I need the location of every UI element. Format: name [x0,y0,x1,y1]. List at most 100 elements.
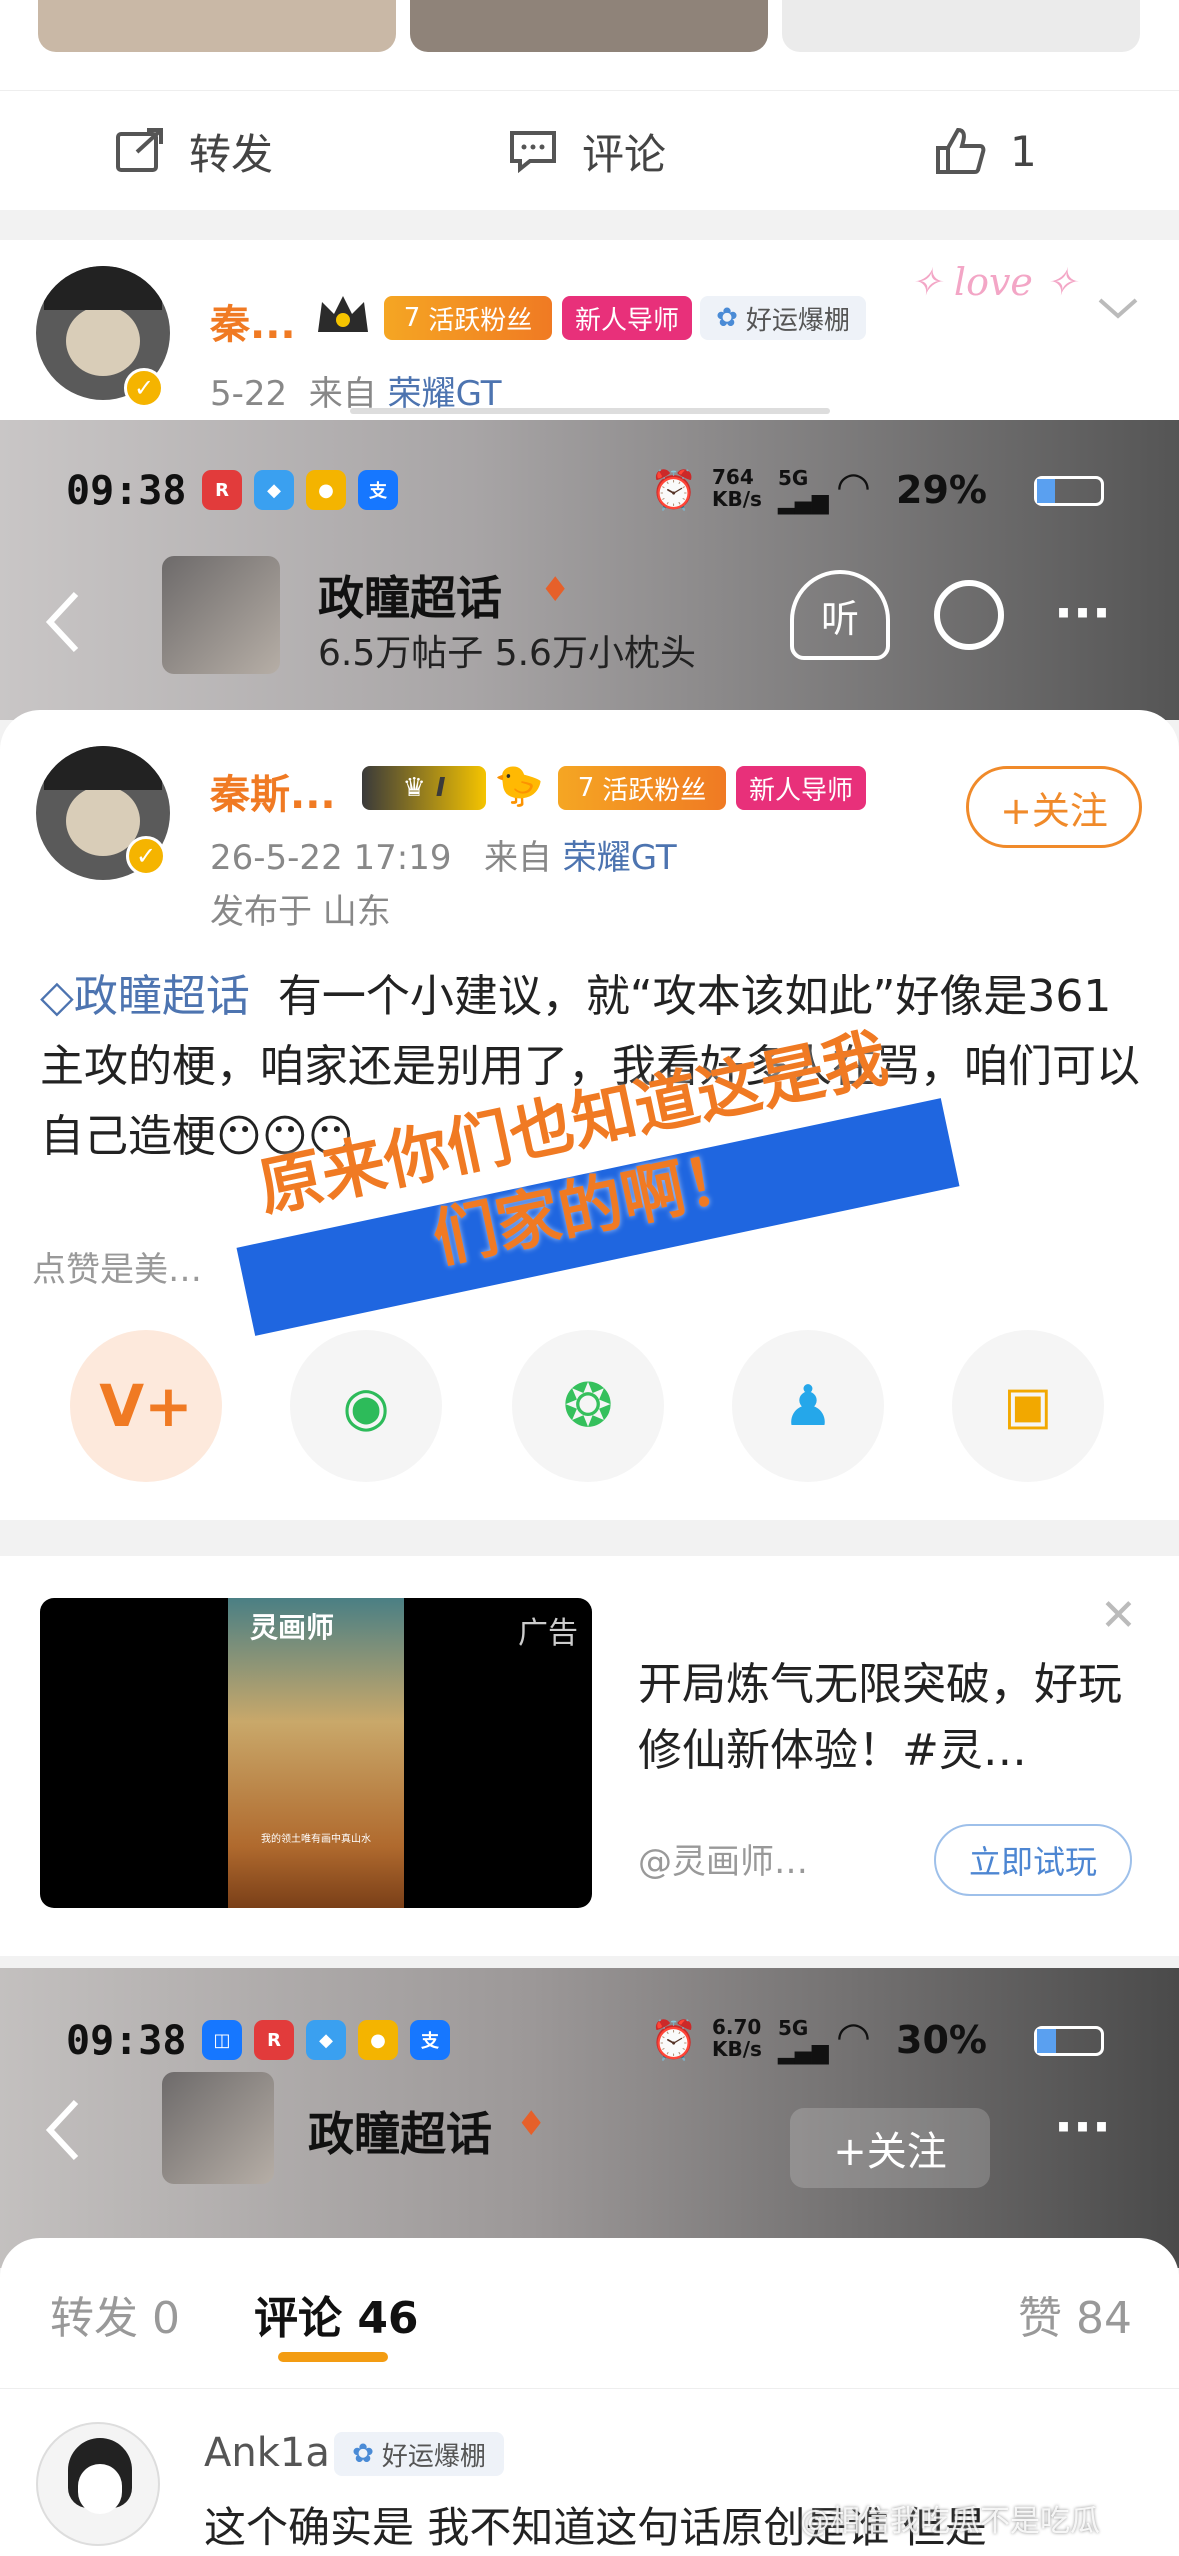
crown-icon [314,290,372,340]
battery-icon [1034,2026,1104,2056]
ad-video[interactable]: 灵画师 我的领土唯有画中真山水 广告 [40,1598,592,1908]
ad-card[interactable]: 灵画师 我的领土唯有画中真山水 广告 ✕ 开局炼气无限突破，好玩修仙新体验！#灵… [0,1556,1179,1956]
signal-bars-icon: ▂▄▆ [778,2040,829,2065]
thumbs-up-icon [936,127,986,174]
comment-label: 评论 [582,129,667,179]
ad-tag: 广告 [518,1616,578,1651]
repost-label: 转发 [189,129,274,179]
avatar[interactable] [36,2422,160,2546]
comment-button[interactable]: 评论 [508,123,666,179]
alarm-icon: ⏰ [650,2018,698,2062]
username[interactable]: 秦... [210,292,296,350]
more-icon[interactable]: ··· [1054,584,1111,642]
signal-bars-icon: ▂▄▆ [778,490,829,515]
image-thumbnail[interactable] [782,0,1140,52]
divider [0,2388,1179,2389]
weibo-vplus-share[interactable]: V+ [70,1330,222,1482]
app-icon-feather: ◆ [306,2020,346,2060]
close-icon[interactable]: ✕ [1100,1590,1137,1641]
username[interactable]: 秦斯... [210,762,336,820]
status-bar: 09:38 R ◆ ● 支 ⏰ 764 KB/s 5G ▂▄▆ ◠ 29% [0,440,1179,550]
tab-likes[interactable]: 赞 84 [1018,2282,1132,2346]
chevron-down-icon[interactable] [1096,294,1140,328]
battery-icon [1034,476,1104,506]
wechat-share[interactable]: ◉ [290,1330,442,1482]
search-icon[interactable] [934,580,1004,650]
bird-icon: 🐤 [494,763,544,809]
app-icon-weibo: ● [358,2020,398,2060]
app-icon-alipay: 支 [358,470,398,510]
image-thumbnail[interactable] [38,0,396,52]
device-link[interactable]: 荣耀GT [563,838,677,878]
more-icon[interactable]: ··· [1054,2098,1111,2156]
post-header-card: ✓ 秦... 7 活跃粉丝 新人导师 ✿ 好运爆棚 ✧ love ✧ 5-22 来自… [0,240,1179,420]
topic-link[interactable]: ◇政瞳超话 [40,971,250,1022]
status-time: 09:38 [66,468,187,514]
mentor-badge: 新人导师 [736,766,866,810]
back-icon[interactable] [42,590,82,658]
supertopic-avatar[interactable] [162,2072,274,2184]
embedded-screenshot-2: 09:38 ◫ R ◆ ● 支 ⏰ 6.70 KB/s 5G ▂▄▆ ◠ 30% … [0,1968,1179,2556]
share-icon [116,128,163,172]
tab-indicator [278,2352,388,2362]
signal-5g: 5G [778,466,809,490]
level-badge: 7 活跃粉丝 [558,766,726,810]
comment-icon [510,131,556,173]
ad-cta-button[interactable]: 立即试玩 [934,1824,1132,1896]
back-icon[interactable] [42,2098,82,2166]
tab-repost[interactable]: 转发 0 [50,2282,180,2346]
supertopic-avatar[interactable] [162,556,280,674]
image-thumbnail[interactable] [410,0,768,52]
tab-comment[interactable]: 评论 46 [254,2282,419,2346]
level-badge: 7 活跃粉丝 [384,296,552,340]
app-icon-bird: ◫ [202,2020,242,2060]
like-count: 1 [1010,126,1037,176]
verified-icon: ✓ [126,836,166,876]
clover-icon: ✿ [352,2439,374,2469]
supertopic-stats: 6.5万帖子 5.6万小枕头 [318,633,696,674]
app-icon-bird: ◆ [254,470,294,510]
follow-button[interactable]: +关注 [790,2108,990,2188]
app-icon-weibo: ● [306,470,346,510]
signal-5g: 5G [778,2016,809,2040]
alarm-icon: ⏰ [650,468,698,512]
scroll-indicator [350,408,830,414]
net-speed: 6.70 KB/s [712,2015,762,2061]
status-bar: 09:38 ◫ R ◆ ● 支 ⏰ 6.70 KB/s 5G ▂▄▆ ◠ 30% [0,1968,1179,2078]
ad-video-frame: 灵画师 我的领土唯有画中真山水 [228,1598,404,1908]
save-image-share[interactable]: ▣ [952,1330,1104,1482]
app-icon-alipay: 支 [410,2020,450,2060]
like-button[interactable]: 1 [934,123,1037,179]
mentor-badge: 新人导师 [562,296,692,340]
qq-share[interactable]: ♟ [732,1330,884,1482]
comment-username[interactable]: Ank1a [204,2430,330,2476]
gem-icon: ♦ [516,2104,547,2144]
verified-icon: ✓ [124,368,164,408]
status-time: 09:38 [66,2018,187,2064]
battery-percent: 29% [896,468,987,512]
gem-icon: ♦ [540,570,571,610]
post-meta: 26-5-22 17:19 来自 荣耀GT [210,838,677,878]
ad-video-caption: 我的领土唯有画中真山水 [261,1834,371,1845]
app-icon-redbook: R [202,470,242,510]
follow-button[interactable]: +关注 [966,766,1142,848]
clover-icon: ✿ [716,303,738,333]
battery-percent: 30% [896,2018,987,2062]
ad-game-title: 灵画师 [250,1611,335,1644]
crown-icon: ♛ [402,773,426,803]
embedded-screenshot-1: 09:38 R ◆ ● 支 ⏰ 764 KB/s 5G ▂▄▆ ◠ 29% 政瞳超… [0,420,1179,1520]
wifi-icon: ◠ [836,2014,871,2060]
net-speed: 764 KB/s [712,465,762,511]
decoration-love: ✧ love ✧ [910,260,1077,304]
supertopic-title: 政瞳超话 [318,571,502,625]
wifi-icon: ◠ [836,464,871,510]
watermark: @相信我吃瓜不是吃瓜 [800,2504,1100,2539]
app-icon-redbook: R [254,2020,294,2060]
luck-badge: ✿ 好运爆棚 [334,2432,504,2476]
listen-icon[interactable]: 听 [790,570,890,660]
gem-icon: ◇ [40,971,74,1022]
moments-share[interactable]: ❂ [512,1330,664,1482]
repost-button[interactable]: 转发 [115,123,273,179]
rank-badge: ♛ I [362,766,486,810]
ad-source[interactable]: @灵画师… [638,1834,808,1883]
